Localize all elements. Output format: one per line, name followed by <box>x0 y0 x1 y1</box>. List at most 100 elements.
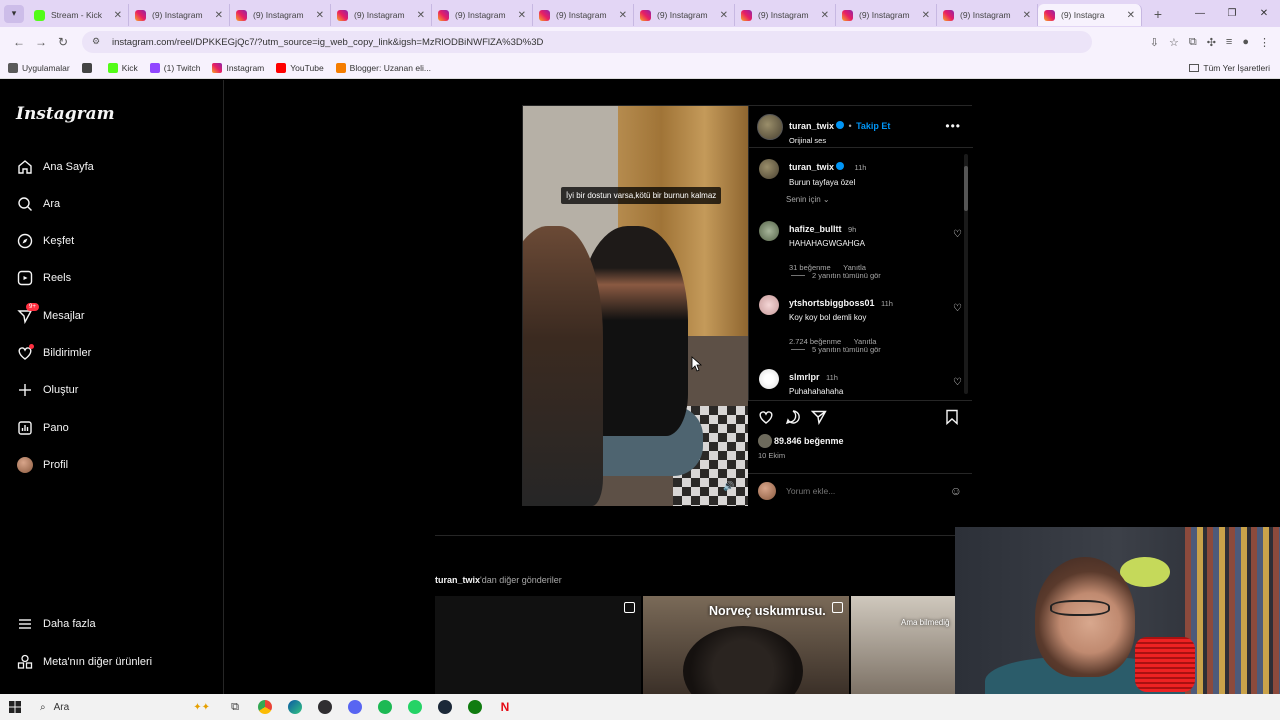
emoji-icon[interactable]: ☺ <box>950 484 962 498</box>
browser-tab[interactable]: (9) Instagram ✕ <box>937 4 1038 26</box>
sidebar-item-search[interactable]: Ara <box>16 192 60 216</box>
spotify-icon[interactable] <box>370 696 400 718</box>
save-icon[interactable] <box>945 409 959 428</box>
reel-video[interactable]: İyi bir dostun varsa,kötü bir burnun kal… <box>523 106 748 506</box>
site-info-icon[interactable]: ⚙ <box>92 36 104 48</box>
browser-tab[interactable]: (9) Instagra ✕ <box>1038 4 1142 26</box>
sidebar-item-profile[interactable]: Profil <box>16 453 68 477</box>
bookmark-kick[interactable]: Kick <box>107 62 138 73</box>
reload-button[interactable]: ↻ <box>52 31 74 53</box>
close-tab-icon[interactable]: ✕ <box>114 10 122 21</box>
bookmark-instagram[interactable]: Instagram <box>212 62 264 73</box>
maximize-button[interactable]: ❐ <box>1216 0 1248 27</box>
address-bar[interactable]: ⚙ instagram.com/reel/DPKKEGjQc7/?utm_sou… <box>82 31 1092 53</box>
forward-button[interactable]: → <box>30 31 52 53</box>
netflix-icon[interactable]: N <box>490 696 520 718</box>
chrome-icon[interactable] <box>250 696 280 718</box>
close-tab-icon[interactable]: ✕ <box>316 10 324 21</box>
more-post-thumbnail[interactable]: Ama bilmediğ <box>851 596 955 694</box>
close-tab-icon[interactable]: ✕ <box>619 10 627 21</box>
bookmark-blogger[interactable]: Blogger: Uzanan eli... <box>335 62 431 73</box>
like-comment-icon[interactable]: ♡ <box>953 303 962 314</box>
comments-scrollbar[interactable] <box>964 154 968 394</box>
likes-count[interactable]: 89.846 beğenme <box>758 434 844 448</box>
browser-tab[interactable]: (9) Instagram ✕ <box>533 4 634 26</box>
close-tab-icon[interactable]: ✕ <box>821 10 829 21</box>
browser-tab[interactable]: (9) Instagram ✕ <box>735 4 836 26</box>
minimize-button[interactable]: — <box>1184 0 1216 27</box>
bookmark-apps[interactable]: Uygulamalar <box>8 62 70 73</box>
new-tab-button[interactable]: + <box>1148 4 1168 24</box>
share-icon[interactable] <box>810 409 827 428</box>
sidebar-item-meta[interactable]: Meta'nın diğer ürünleri <box>16 650 152 674</box>
like-comment-icon[interactable]: ♡ <box>953 229 962 240</box>
browser-tab[interactable]: (9) Instagram ✕ <box>230 4 331 26</box>
bookmark-star-icon[interactable]: ☆ <box>1169 36 1179 49</box>
task-view-icon[interactable]: ⧉ <box>220 696 250 718</box>
browser-tab[interactable]: (9) Instagram ✕ <box>432 4 533 26</box>
author-username[interactable]: turan_twix <box>789 121 834 131</box>
bookmark-twitch[interactable]: (1) Twitch <box>149 62 200 73</box>
profile-avatar[interactable]: ● <box>1242 36 1249 49</box>
kebab-menu-icon[interactable]: ⋮ <box>1259 36 1270 49</box>
close-tab-icon[interactable]: ✕ <box>1127 10 1135 21</box>
close-tab-icon[interactable]: ✕ <box>1023 10 1031 21</box>
streamer-face <box>1035 557 1135 677</box>
discord-icon[interactable] <box>340 696 370 718</box>
back-button[interactable]: ← <box>8 31 30 53</box>
view-replies[interactable]: 5 yanıtın tümünü gör <box>791 345 881 354</box>
close-tab-icon[interactable]: ✕ <box>215 10 223 21</box>
obs-icon[interactable] <box>310 696 340 718</box>
extensions-icon[interactable]: ✣ <box>1207 36 1216 49</box>
like-comment-icon[interactable]: ♡ <box>953 377 962 388</box>
close-tab-icon[interactable]: ✕ <box>417 10 425 21</box>
all-bookmarks[interactable]: Tüm Yer İşaretleri <box>1189 63 1270 73</box>
close-tab-icon[interactable]: ✕ <box>720 10 728 21</box>
edge-icon[interactable] <box>280 696 310 718</box>
like-icon[interactable] <box>758 409 774 428</box>
mute-icon[interactable]: 🔊 <box>723 481 737 495</box>
commenter-avatar[interactable] <box>759 221 779 241</box>
close-tab-icon[interactable]: ✕ <box>518 10 526 21</box>
sidebar-item-more[interactable]: Daha fazla <box>16 612 96 636</box>
windows-start-icon[interactable] <box>0 701 30 713</box>
close-tab-icon[interactable]: ✕ <box>922 10 930 21</box>
more-post-thumbnail[interactable] <box>435 596 641 694</box>
media-icon[interactable]: ≡ <box>1226 36 1232 49</box>
sidebar-item-create[interactable]: Oluştur <box>16 378 78 402</box>
browser-tab[interactable]: Stream - Kick ✕ <box>28 4 129 26</box>
sidebar-item-explore[interactable]: Keşfet <box>16 229 74 253</box>
sidebar-item-notifications[interactable]: Bildirimler <box>16 341 91 365</box>
view-replies[interactable]: 2 yanıtın tümünü gör <box>791 271 881 280</box>
sidebar-item-dashboard[interactable]: Pano <box>16 416 69 440</box>
browser-tab[interactable]: (9) Instagram ✕ <box>634 4 735 26</box>
sidebar-item-reels[interactable]: Reels <box>16 266 71 290</box>
more-post-thumbnail[interactable]: Norveç uskumrusu. <box>643 596 849 694</box>
bookmark-grid[interactable] <box>81 62 96 73</box>
browser-tab[interactable]: (9) Instagram ✕ <box>129 4 230 26</box>
sidebar-item-messages[interactable]: 9+ Mesajlar <box>16 303 85 328</box>
comment-icon[interactable] <box>785 409 801 428</box>
audio-label[interactable]: Orijinal ses <box>789 136 890 145</box>
whatsapp-icon[interactable] <box>400 696 430 718</box>
install-icon[interactable]: ⇩ <box>1150 36 1159 49</box>
more-options-icon[interactable]: ••• <box>945 119 961 133</box>
close-window-button[interactable]: ✕ <box>1248 0 1280 27</box>
follow-button[interactable]: Takip Et <box>856 121 890 131</box>
steam-icon[interactable] <box>430 696 460 718</box>
browser-tab[interactable]: (9) Instagram ✕ <box>836 4 937 26</box>
commenter-avatar[interactable] <box>759 369 779 389</box>
author-avatar[interactable] <box>759 159 779 179</box>
instagram-logo[interactable]: Instagram <box>16 104 115 124</box>
commenter-avatar[interactable] <box>759 295 779 315</box>
sort-dropdown[interactable]: Senin için ⌄ <box>786 195 830 204</box>
translate-icon[interactable]: ⧉ <box>1189 36 1197 49</box>
taskbar-search[interactable]: ⌕ Ara ✦✦ <box>30 696 220 718</box>
sidebar-item-home[interactable]: Ana Sayfa <box>16 155 94 179</box>
xbox-icon[interactable] <box>460 696 490 718</box>
browser-tab[interactable]: (9) Instagram ✕ <box>331 4 432 26</box>
comment-input[interactable]: Yorum ekle... <box>786 486 950 496</box>
bookmark-youtube[interactable]: YouTube <box>276 62 324 73</box>
author-avatar[interactable] <box>757 114 783 140</box>
tab-search-button[interactable]: ▾ <box>4 4 24 23</box>
